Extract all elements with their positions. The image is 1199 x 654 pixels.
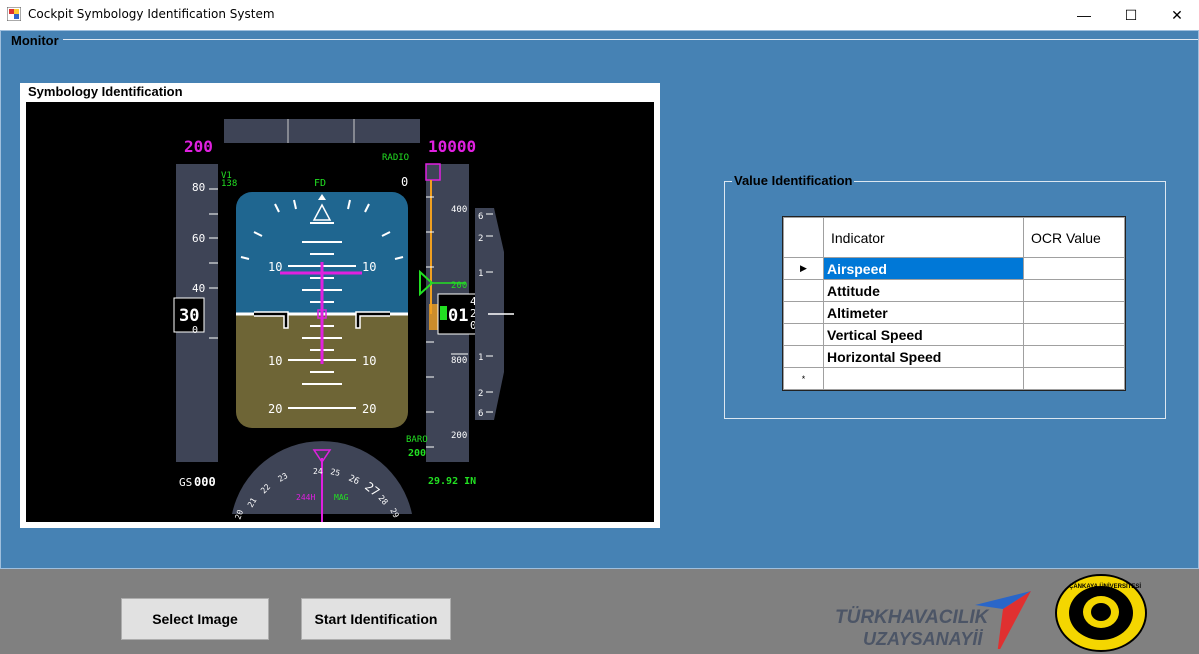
table-new-row[interactable]: * <box>783 367 1125 390</box>
gs-value: 000 <box>194 475 216 489</box>
table-row[interactable]: Vertical Speed <box>783 323 1125 346</box>
speed-tick-40: 40 <box>192 282 205 295</box>
table-cell-indicator[interactable]: Vertical Speed <box>823 323 1024 346</box>
compass-24: 24 <box>313 467 323 476</box>
new-row-marker[interactable]: * <box>783 367 824 390</box>
table-row[interactable]: Horizontal Speed <box>783 345 1125 368</box>
row-header[interactable] <box>783 345 824 368</box>
radio-label: RADIO <box>382 153 409 163</box>
baro-label: BARO <box>406 435 428 445</box>
cankaya-logo-text: ÇANKAYA ÜNİVERSİTESİ <box>1069 583 1141 590</box>
row-header-corner <box>783 217 824 258</box>
close-icon: ✕ <box>1171 6 1183 23</box>
pitch-label-down-right: 10 <box>362 354 376 368</box>
table-cell-indicator[interactable]: Altimeter <box>823 301 1024 324</box>
alt-tick-800: 800 <box>451 356 467 366</box>
title-bar: Cockpit Symbology Identification System … <box>0 0 1199 30</box>
vs-tick-2-up: 2 <box>478 234 483 244</box>
radio-value: 0 <box>401 175 408 189</box>
table-cell-ocr[interactable] <box>1023 257 1125 280</box>
table-cell-indicator[interactable]: Airspeed <box>823 257 1024 280</box>
monitor-legend: Monitor <box>9 33 61 48</box>
pitch-label-20-right: 20 <box>362 402 376 416</box>
minimize-button[interactable]: — <box>1061 0 1107 30</box>
symbology-panel: Symbology Identification 200 V1 138 80 6… <box>20 83 660 528</box>
table-cell-indicator[interactable]: Attitude <box>823 279 1024 302</box>
table-cell-ocr[interactable] <box>1023 345 1125 368</box>
symbology-legend: Symbology Identification <box>28 84 183 99</box>
speed-tick-60: 60 <box>192 232 205 245</box>
table-row[interactable]: ▶ Airspeed <box>783 257 1125 280</box>
tha-logo-line1: TÜRKHAVACILIK <box>835 607 990 628</box>
bottom-bar: Select Image Start Identification TÜRKHA… <box>0 569 1199 654</box>
row-header[interactable] <box>783 301 824 324</box>
gs-label: GS <box>179 476 192 489</box>
fd-label: FD <box>314 178 326 189</box>
table-cell-ocr[interactable] <box>1023 301 1125 324</box>
monitor-group: Monitor Symbology Identification 200 V1 … <box>0 30 1199 569</box>
pitch-label-up-right: 10 <box>362 260 376 274</box>
alt-tick-200-low: 200 <box>451 431 467 441</box>
start-identification-button[interactable]: Start Identification <box>301 598 451 640</box>
baro-setting: 29.92 IN <box>428 476 476 487</box>
altitude-readout: 01 <box>448 306 468 326</box>
tha-logo-line2: UZAYSANAYİİ <box>863 629 983 649</box>
pitch-label-down-left: 10 <box>268 354 282 368</box>
pfd-display: 200 V1 138 80 60 40 30 0 GS 000 FD 10 10… <box>173 119 514 522</box>
vs-tick-6-down: 6 <box>478 409 483 419</box>
table-cell-ocr[interactable] <box>1023 367 1125 390</box>
column-header-indicator[interactable]: Indicator <box>823 217 1024 258</box>
column-header-ocr-value[interactable]: OCR Value <box>1023 217 1125 258</box>
select-image-button[interactable]: Select Image <box>121 598 269 640</box>
vs-tick-1-down: 1 <box>478 353 483 363</box>
minimize-icon: — <box>1077 7 1091 23</box>
speed-tick-80: 80 <box>192 181 205 194</box>
maximize-button[interactable]: ☐ <box>1108 0 1154 30</box>
table-row[interactable]: Altimeter <box>783 301 1125 324</box>
heading-value: 244H <box>296 493 315 502</box>
current-row-marker-icon[interactable]: ▶ <box>783 257 824 280</box>
pfd-top-scale <box>224 119 420 143</box>
cankaya-logo-year: 1997 <box>1093 642 1107 648</box>
value-identification-legend: Value Identification <box>732 173 855 188</box>
window-title: Cockpit Symbology Identification System <box>28 7 275 21</box>
cankaya-logo: ÇANKAYA ÜNİVERSİTESİ 1997 <box>1055 574 1147 652</box>
monitor-border-line <box>63 39 1198 40</box>
vs-tick-2-down: 2 <box>478 389 483 399</box>
table-cell-indicator[interactable]: Horizontal Speed <box>823 345 1024 368</box>
table-cell-indicator[interactable] <box>823 367 1024 390</box>
pfd-image: 200 V1 138 80 60 40 30 0 GS 000 FD 10 10… <box>26 102 654 522</box>
maximize-icon: ☐ <box>1124 6 1138 23</box>
v1-value: 138 <box>221 179 237 189</box>
speed-bug-text: 200 <box>184 137 213 156</box>
speed-readout-small: 0 <box>192 325 198 336</box>
alt-tick-400: 400 <box>451 205 467 215</box>
ocr-table: Indicator OCR Value ▶ Airspeed Attitude <box>783 217 1125 390</box>
row-header[interactable] <box>783 323 824 346</box>
vs-tick-1-up: 1 <box>478 269 483 279</box>
value-identification-group: Value Identification Indicator OCR Value… <box>724 173 1166 419</box>
altitude-target: 10000 <box>428 137 476 156</box>
pitch-label-20-left: 20 <box>268 402 282 416</box>
table-header-row: Indicator OCR Value <box>783 217 1125 258</box>
baro-value: 200 <box>408 448 426 459</box>
tha-logo: TÜRKHAVACILIK UZAYSANAYİİ <box>835 591 1031 649</box>
table-cell-ocr[interactable] <box>1023 279 1125 302</box>
table-cell-ocr[interactable] <box>1023 323 1125 346</box>
app-window: Cockpit Symbology Identification System … <box>0 0 1199 654</box>
table-row[interactable]: Attitude <box>783 279 1125 302</box>
ocr-data-grid[interactable]: Indicator OCR Value ▶ Airspeed Attitude <box>782 216 1126 391</box>
close-button[interactable]: ✕ <box>1154 0 1199 30</box>
row-header[interactable] <box>783 279 824 302</box>
vs-tick-6-up: 6 <box>478 212 483 222</box>
heading-mode: MAG <box>334 493 349 502</box>
speed-readout: 30 <box>179 306 199 326</box>
app-icon <box>7 7 21 21</box>
